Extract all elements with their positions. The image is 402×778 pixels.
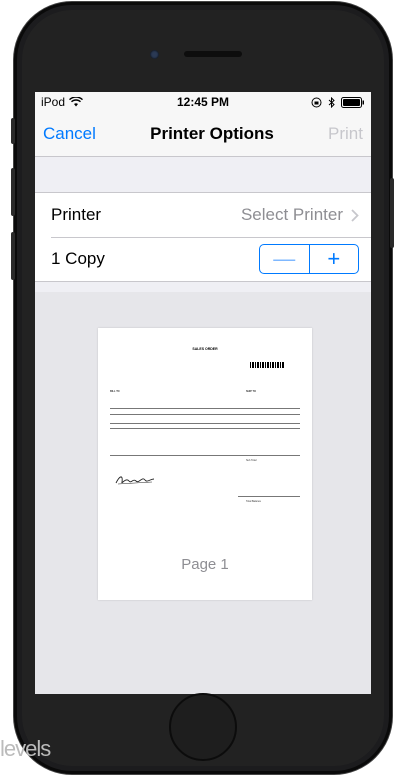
doc-line xyxy=(110,408,300,409)
printer-label: Printer xyxy=(51,205,102,224)
status-time: 12:45 PM xyxy=(176,95,230,109)
navigation-bar: Cancel Printer Options Print xyxy=(35,112,371,157)
doc-ship-to: SHIP TO xyxy=(246,390,256,393)
home-button[interactable] xyxy=(169,693,237,761)
doc-line xyxy=(110,414,300,415)
status-left: iPod xyxy=(41,95,141,109)
decrement-button[interactable]: — xyxy=(260,245,310,273)
power-button xyxy=(390,178,394,248)
barcode-graphic xyxy=(250,362,284,368)
front-camera xyxy=(150,50,159,59)
volume-up-button xyxy=(11,168,15,216)
status-bar: iPod 12:45 PM xyxy=(35,92,371,112)
signature-graphic xyxy=(115,476,155,485)
screen: iPod 12:45 PM Cancel Printer Options Pri… xyxy=(35,92,371,694)
page-title: Printer Options xyxy=(150,124,274,143)
printer-value-text: Select Printer xyxy=(240,205,343,224)
status-right xyxy=(265,96,365,108)
doc-bill-to: BILL TO xyxy=(110,390,120,393)
copies-row: 1 Copy — + xyxy=(35,237,371,281)
doc-line xyxy=(238,496,300,497)
doc-title: SALES ORDER xyxy=(192,347,218,351)
page-preview[interactable]: SALES ORDER BILL TO SHIP TO Sub Total To… xyxy=(98,328,312,600)
doc-total-balance: Total Balance xyxy=(246,500,262,503)
mute-switch xyxy=(11,118,15,144)
volume-down-button xyxy=(11,232,15,280)
cancel-button[interactable]: Cancel xyxy=(43,124,96,144)
copies-label: 1 Copy xyxy=(51,249,105,268)
bluetooth-icon xyxy=(328,96,335,108)
doc-line xyxy=(110,423,300,424)
doc-line xyxy=(110,428,300,429)
doc-sub-total: Sub Total xyxy=(246,459,257,462)
printer-value: Select Printer xyxy=(241,205,359,225)
wifi-icon xyxy=(69,97,84,107)
increment-button[interactable]: + xyxy=(310,245,359,273)
battery-icon xyxy=(341,96,364,108)
doc-line xyxy=(110,455,300,456)
copies-stepper: — + xyxy=(259,244,359,274)
earpiece-speaker xyxy=(184,51,242,57)
print-preview-area: SALES ORDER BILL TO SHIP TO Sub Total To… xyxy=(35,292,371,694)
page-number-label: Page 1 xyxy=(181,556,229,573)
orientation-lock-icon xyxy=(311,97,322,107)
chevron-right-icon xyxy=(351,208,359,222)
watermark: levels xyxy=(0,736,51,761)
printer-row[interactable]: Printer Select Printer xyxy=(35,193,371,237)
print-button[interactable]: Print xyxy=(328,124,363,144)
options-table: Printer Select Printer 1 Copy — + xyxy=(35,192,371,282)
carrier-label: iPod xyxy=(41,95,66,109)
